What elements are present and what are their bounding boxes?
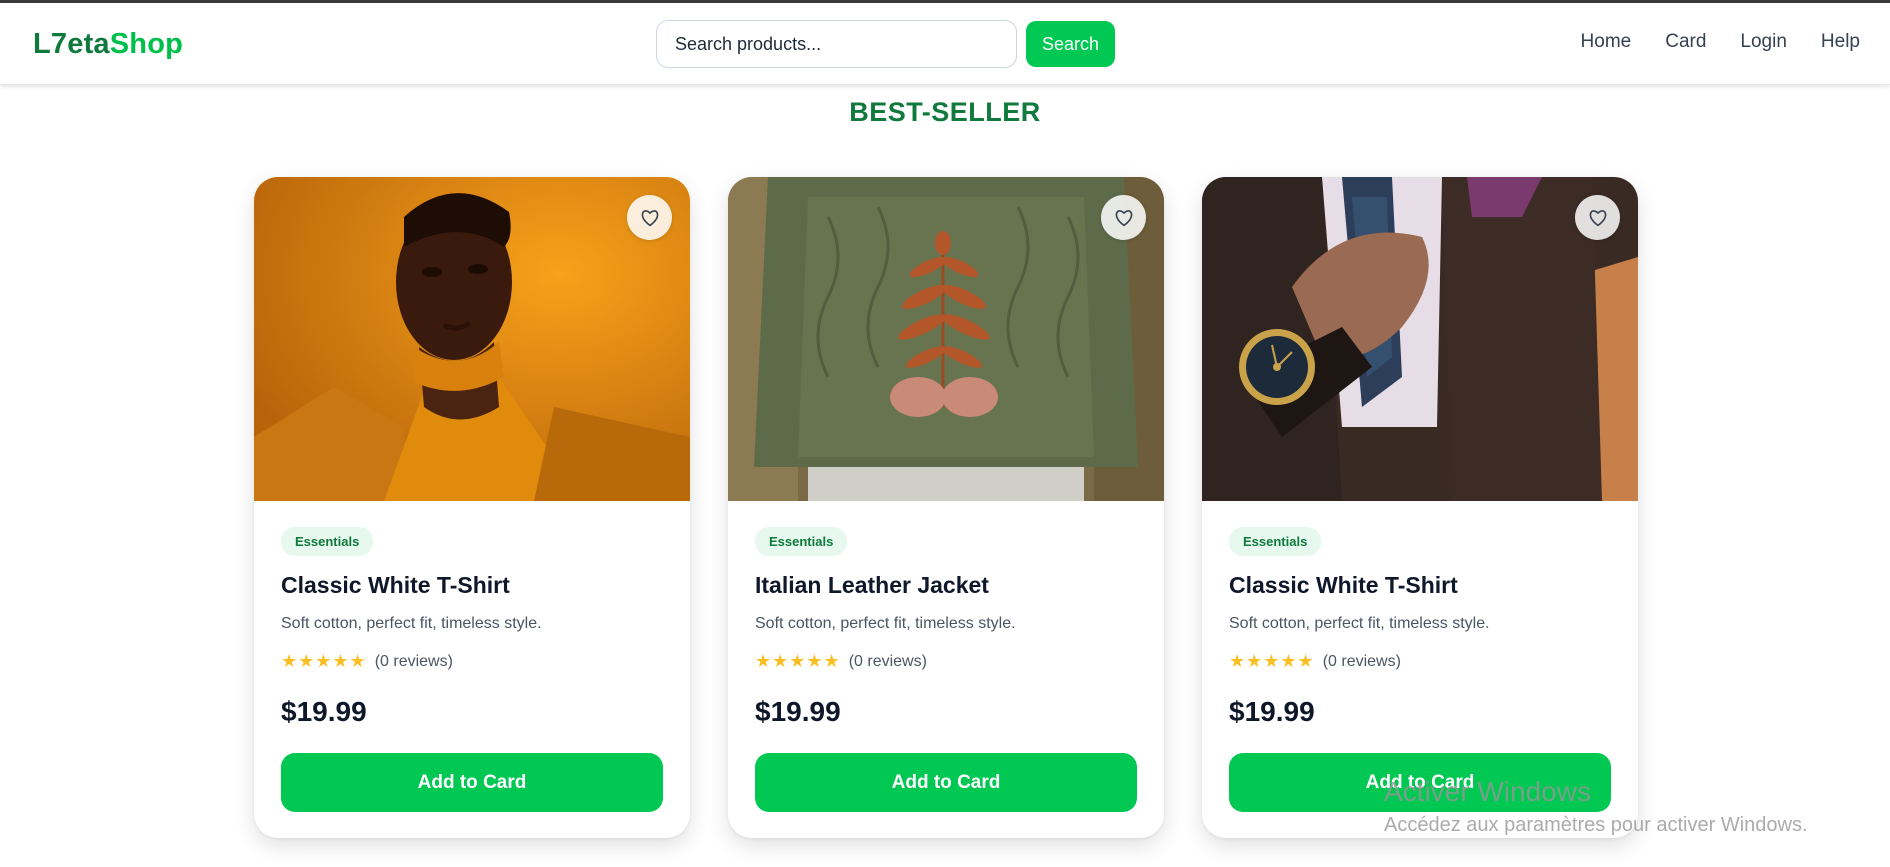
watermark-title: Activer Windows (1384, 776, 1591, 807)
star-rating-icon: ★★★★★ (281, 651, 367, 671)
star-rating-icon: ★★★★★ (755, 651, 841, 671)
product-card: Essentials Classic White T-Shirt Soft co… (254, 177, 690, 838)
review-count: (0 reviews) (374, 652, 453, 670)
watermark-subtitle: Accédez aux paramètres pour activer Wind… (1384, 814, 1808, 836)
category-badge: Essentials (1229, 527, 1322, 556)
product-price: $19.99 (281, 696, 367, 727)
card-body: Essentials Classic White T-Shirt Soft co… (281, 527, 663, 728)
favorite-button[interactable] (1575, 195, 1620, 240)
add-to-card-button[interactable]: Add to Card (281, 753, 663, 812)
card-body: Essentials Italian Leather Jacket Soft c… (755, 527, 1137, 728)
logo[interactable]: L7etaShop (33, 28, 183, 61)
product-card: Essentials Classic White T-Shirt Soft co… (1202, 177, 1638, 838)
section-title: BEST-SELLER (849, 97, 1041, 127)
rating-row: ★★★★★ (0 reviews) (281, 651, 663, 672)
nav-login[interactable]: Login (1740, 31, 1787, 53)
product-description: Soft cotton, perfect fit, timeless style… (281, 615, 542, 632)
nav-links: Home Card Login Help (1581, 31, 1860, 53)
navbar: L7etaShop Search Home Card Login Help (0, 3, 1890, 85)
logo-part1: L7eta (33, 28, 110, 60)
product-image[interactable] (1202, 177, 1638, 501)
windows-activation-watermark: Activer Windows Accédez aux paramètres p… (1384, 776, 1808, 837)
favorite-button[interactable] (1101, 195, 1146, 240)
favorite-button[interactable] (627, 195, 672, 240)
category-badge: Essentials (755, 527, 848, 556)
product-image[interactable] (254, 177, 690, 501)
heart-icon (1115, 209, 1132, 226)
rating-row: ★★★★★ (0 reviews) (755, 651, 1137, 672)
nav-card[interactable]: Card (1665, 31, 1706, 53)
search-input[interactable] (656, 20, 1017, 68)
product-title[interactable]: Classic White T-Shirt (281, 572, 663, 599)
product-card: Essentials Italian Leather Jacket Soft c… (728, 177, 1164, 838)
star-rating-icon: ★★★★★ (1229, 651, 1315, 671)
review-count: (0 reviews) (1322, 652, 1401, 670)
search-button[interactable]: Search (1026, 21, 1115, 67)
card-body: Essentials Classic White T-Shirt Soft co… (1229, 527, 1611, 728)
product-title[interactable]: Italian Leather Jacket (755, 572, 1137, 599)
review-count: (0 reviews) (848, 652, 927, 670)
product-image[interactable] (728, 177, 1164, 501)
product-price: $19.99 (1229, 696, 1315, 727)
logo-part2: Shop (109, 28, 184, 60)
add-to-card-button[interactable]: Add to Card (755, 753, 1137, 812)
woman-orange-turtleneck-photo (254, 177, 690, 501)
product-description: Soft cotton, perfect fit, timeless style… (755, 615, 1016, 632)
nav-help[interactable]: Help (1821, 31, 1860, 53)
product-title[interactable]: Classic White T-Shirt (1229, 572, 1611, 599)
suit-wristwatch-photo (1202, 177, 1638, 501)
heart-icon (641, 209, 658, 226)
category-badge: Essentials (281, 527, 374, 556)
nav-home[interactable]: Home (1581, 31, 1632, 53)
rating-row: ★★★★★ (0 reviews) (1229, 651, 1611, 672)
green-sweater-fern-photo (728, 177, 1164, 501)
product-description: Soft cotton, perfect fit, timeless style… (1229, 615, 1490, 632)
product-price: $19.99 (755, 696, 841, 727)
heart-icon (1589, 209, 1606, 226)
